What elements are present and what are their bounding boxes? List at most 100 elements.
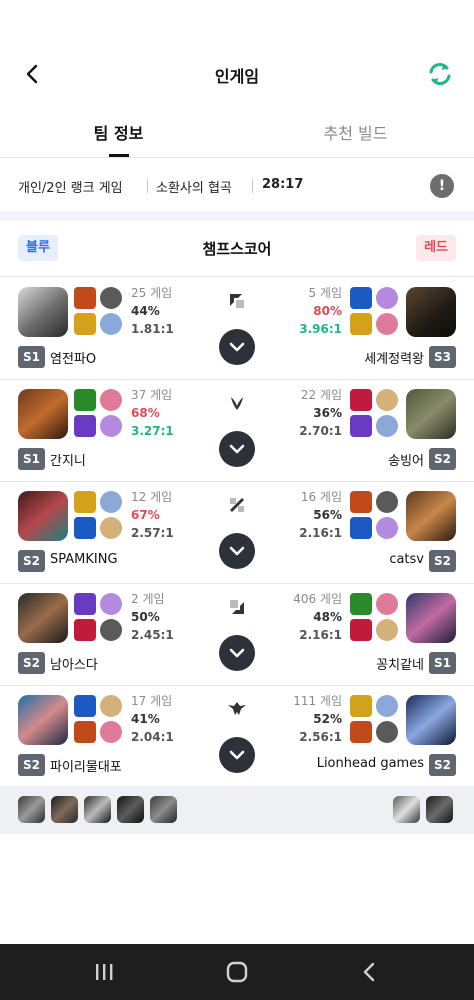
champ-score-title: 챔프스코어 (202, 240, 272, 258)
games-played: 17 게임 (131, 694, 173, 708)
summoner-spell-icon (350, 593, 372, 615)
blue-champion-portrait[interactable] (18, 593, 68, 643)
tab-team-info[interactable]: 팀 정보 (0, 120, 237, 144)
player-row: 12 게임 67% 2.57:1 16 게임 56% 2.16:1 S2 SPA… (0, 482, 474, 584)
keystone-rune-icon (376, 287, 398, 309)
summoner-spell-icon (350, 415, 372, 437)
keystone-rune-icon (100, 491, 122, 513)
kda: 2.16:1 (299, 628, 342, 642)
game-info-bar: 개인/2인 랭크 게임 소환사의 협곡 28:17 ! (0, 166, 474, 206)
secondary-rune-icon (100, 619, 122, 641)
summoner-spell-icon (74, 313, 96, 335)
red-champion-portrait[interactable] (406, 491, 456, 541)
red-player-stats: 22 게임 36% 2.70:1 (299, 386, 342, 440)
red-champion-portrait[interactable] (406, 287, 456, 337)
player-row: 25 게임 44% 1.81:1 5 게임 80% 3.96:1 S1 염전파O… (0, 278, 474, 380)
summoner-spell-icon (74, 721, 96, 743)
blue-player-name[interactable]: 남아스다 (50, 654, 98, 673)
ban-champion-icon (150, 796, 177, 823)
keystone-rune-icon (100, 593, 122, 615)
red-champion-portrait[interactable] (406, 695, 456, 745)
secondary-rune-icon (100, 313, 122, 335)
win-rate: 36% (313, 406, 342, 420)
summoner-spell-icon (350, 619, 372, 641)
summoner-spell-icon (74, 287, 96, 309)
season-tier-badge: S2 (429, 754, 456, 776)
blue-champion-portrait[interactable] (18, 287, 68, 337)
summoner-spell-icon (74, 695, 96, 717)
chevron-down-icon (229, 750, 245, 760)
ban-champion-icon (393, 796, 420, 823)
secondary-rune-icon (376, 313, 398, 335)
games-played: 12 게임 (131, 490, 173, 504)
player-row: 2 게임 50% 2.45:1 406 게임 48% 2.16:1 S2 남아스… (0, 584, 474, 686)
page-title: 인게임 (214, 67, 260, 86)
blue-champion-portrait[interactable] (18, 695, 68, 745)
blue-champion-portrait[interactable] (18, 491, 68, 541)
kda: 2.56:1 (299, 730, 342, 744)
kda: 2.57:1 (131, 526, 174, 540)
system-back-button[interactable] (356, 958, 384, 986)
summoner-spell-icon (74, 593, 96, 615)
red-player-name[interactable]: 송빙어 (388, 450, 424, 469)
games-played: 37 게임 (131, 388, 173, 402)
recent-apps-icon (96, 964, 113, 980)
home-button[interactable] (223, 958, 251, 986)
red-player-name[interactable]: catsv (389, 552, 424, 567)
chevron-down-icon (229, 648, 245, 658)
expand-row-button[interactable] (219, 737, 255, 773)
game-time: 28:17 (262, 177, 304, 192)
games-played: 2 게임 (131, 592, 165, 606)
blue-player-name[interactable]: 파이리물대포 (50, 756, 122, 775)
summoner-spell-icon (350, 695, 372, 717)
season-tier-badge: S1 (18, 448, 45, 470)
secondary-rune-icon (376, 721, 398, 743)
refresh-icon (429, 63, 451, 85)
summoner-spell-icon (350, 313, 372, 335)
refresh-button[interactable] (426, 60, 454, 88)
blue-player-name[interactable]: 간지니 (50, 450, 86, 469)
home-icon (226, 961, 248, 983)
blue-player-name[interactable]: SPAMKING (50, 552, 118, 567)
games-played: 406 게임 (293, 592, 342, 606)
red-player-stats: 5 게임 80% 3.96:1 (299, 284, 342, 338)
secondary-rune-icon (100, 517, 122, 539)
keystone-rune-icon (376, 593, 398, 615)
tab-recommended-build[interactable]: 추천 빌드 (237, 120, 474, 144)
expand-row-button[interactable] (219, 635, 255, 671)
summoner-spell-icon (350, 491, 372, 513)
red-team-badge: 레드 (416, 235, 456, 261)
red-player-name[interactable]: Lionhead games (317, 756, 424, 771)
kda: 2.16:1 (299, 526, 342, 540)
kda: 2.70:1 (299, 424, 342, 438)
win-rate: 44% (131, 304, 160, 318)
keystone-rune-icon (376, 491, 398, 513)
queue-type: 개인/2인 랭크 게임 (18, 181, 123, 196)
red-champion-portrait[interactable] (406, 593, 456, 643)
secondary-rune-icon (100, 721, 122, 743)
expand-row-button[interactable] (219, 533, 255, 569)
games-played: 111 게임 (293, 694, 342, 708)
season-tier-badge: S2 (429, 448, 456, 470)
keystone-rune-icon (100, 389, 122, 411)
blue-player-name[interactable]: 염전파O (50, 348, 96, 367)
red-player-name[interactable]: 꽁치같네 (376, 654, 424, 673)
blue-player-stats: 17 게임 41% 2.04:1 (131, 692, 174, 746)
champ-score-header: 블루 챔프스코어 레드 (0, 221, 474, 277)
games-played: 5 게임 (308, 286, 342, 300)
chevron-down-icon (229, 342, 245, 352)
player-row: 37 게임 68% 3.27:1 22 게임 36% 2.70:1 S1 간지니… (0, 380, 474, 482)
keystone-rune-icon (100, 287, 122, 309)
blue-champion-portrait[interactable] (18, 389, 68, 439)
recent-apps-button[interactable] (90, 958, 118, 986)
red-champion-portrait[interactable] (406, 389, 456, 439)
info-icon[interactable]: ! (430, 174, 454, 198)
win-rate: 67% (131, 508, 160, 522)
red-player-name[interactable]: 세계정력왕 (364, 348, 424, 367)
expand-row-button[interactable] (219, 329, 255, 365)
keystone-rune-icon (100, 695, 122, 717)
ban-champion-icon (51, 796, 78, 823)
expand-row-button[interactable] (219, 431, 255, 467)
keystone-rune-icon (376, 695, 398, 717)
secondary-rune-icon (100, 415, 122, 437)
